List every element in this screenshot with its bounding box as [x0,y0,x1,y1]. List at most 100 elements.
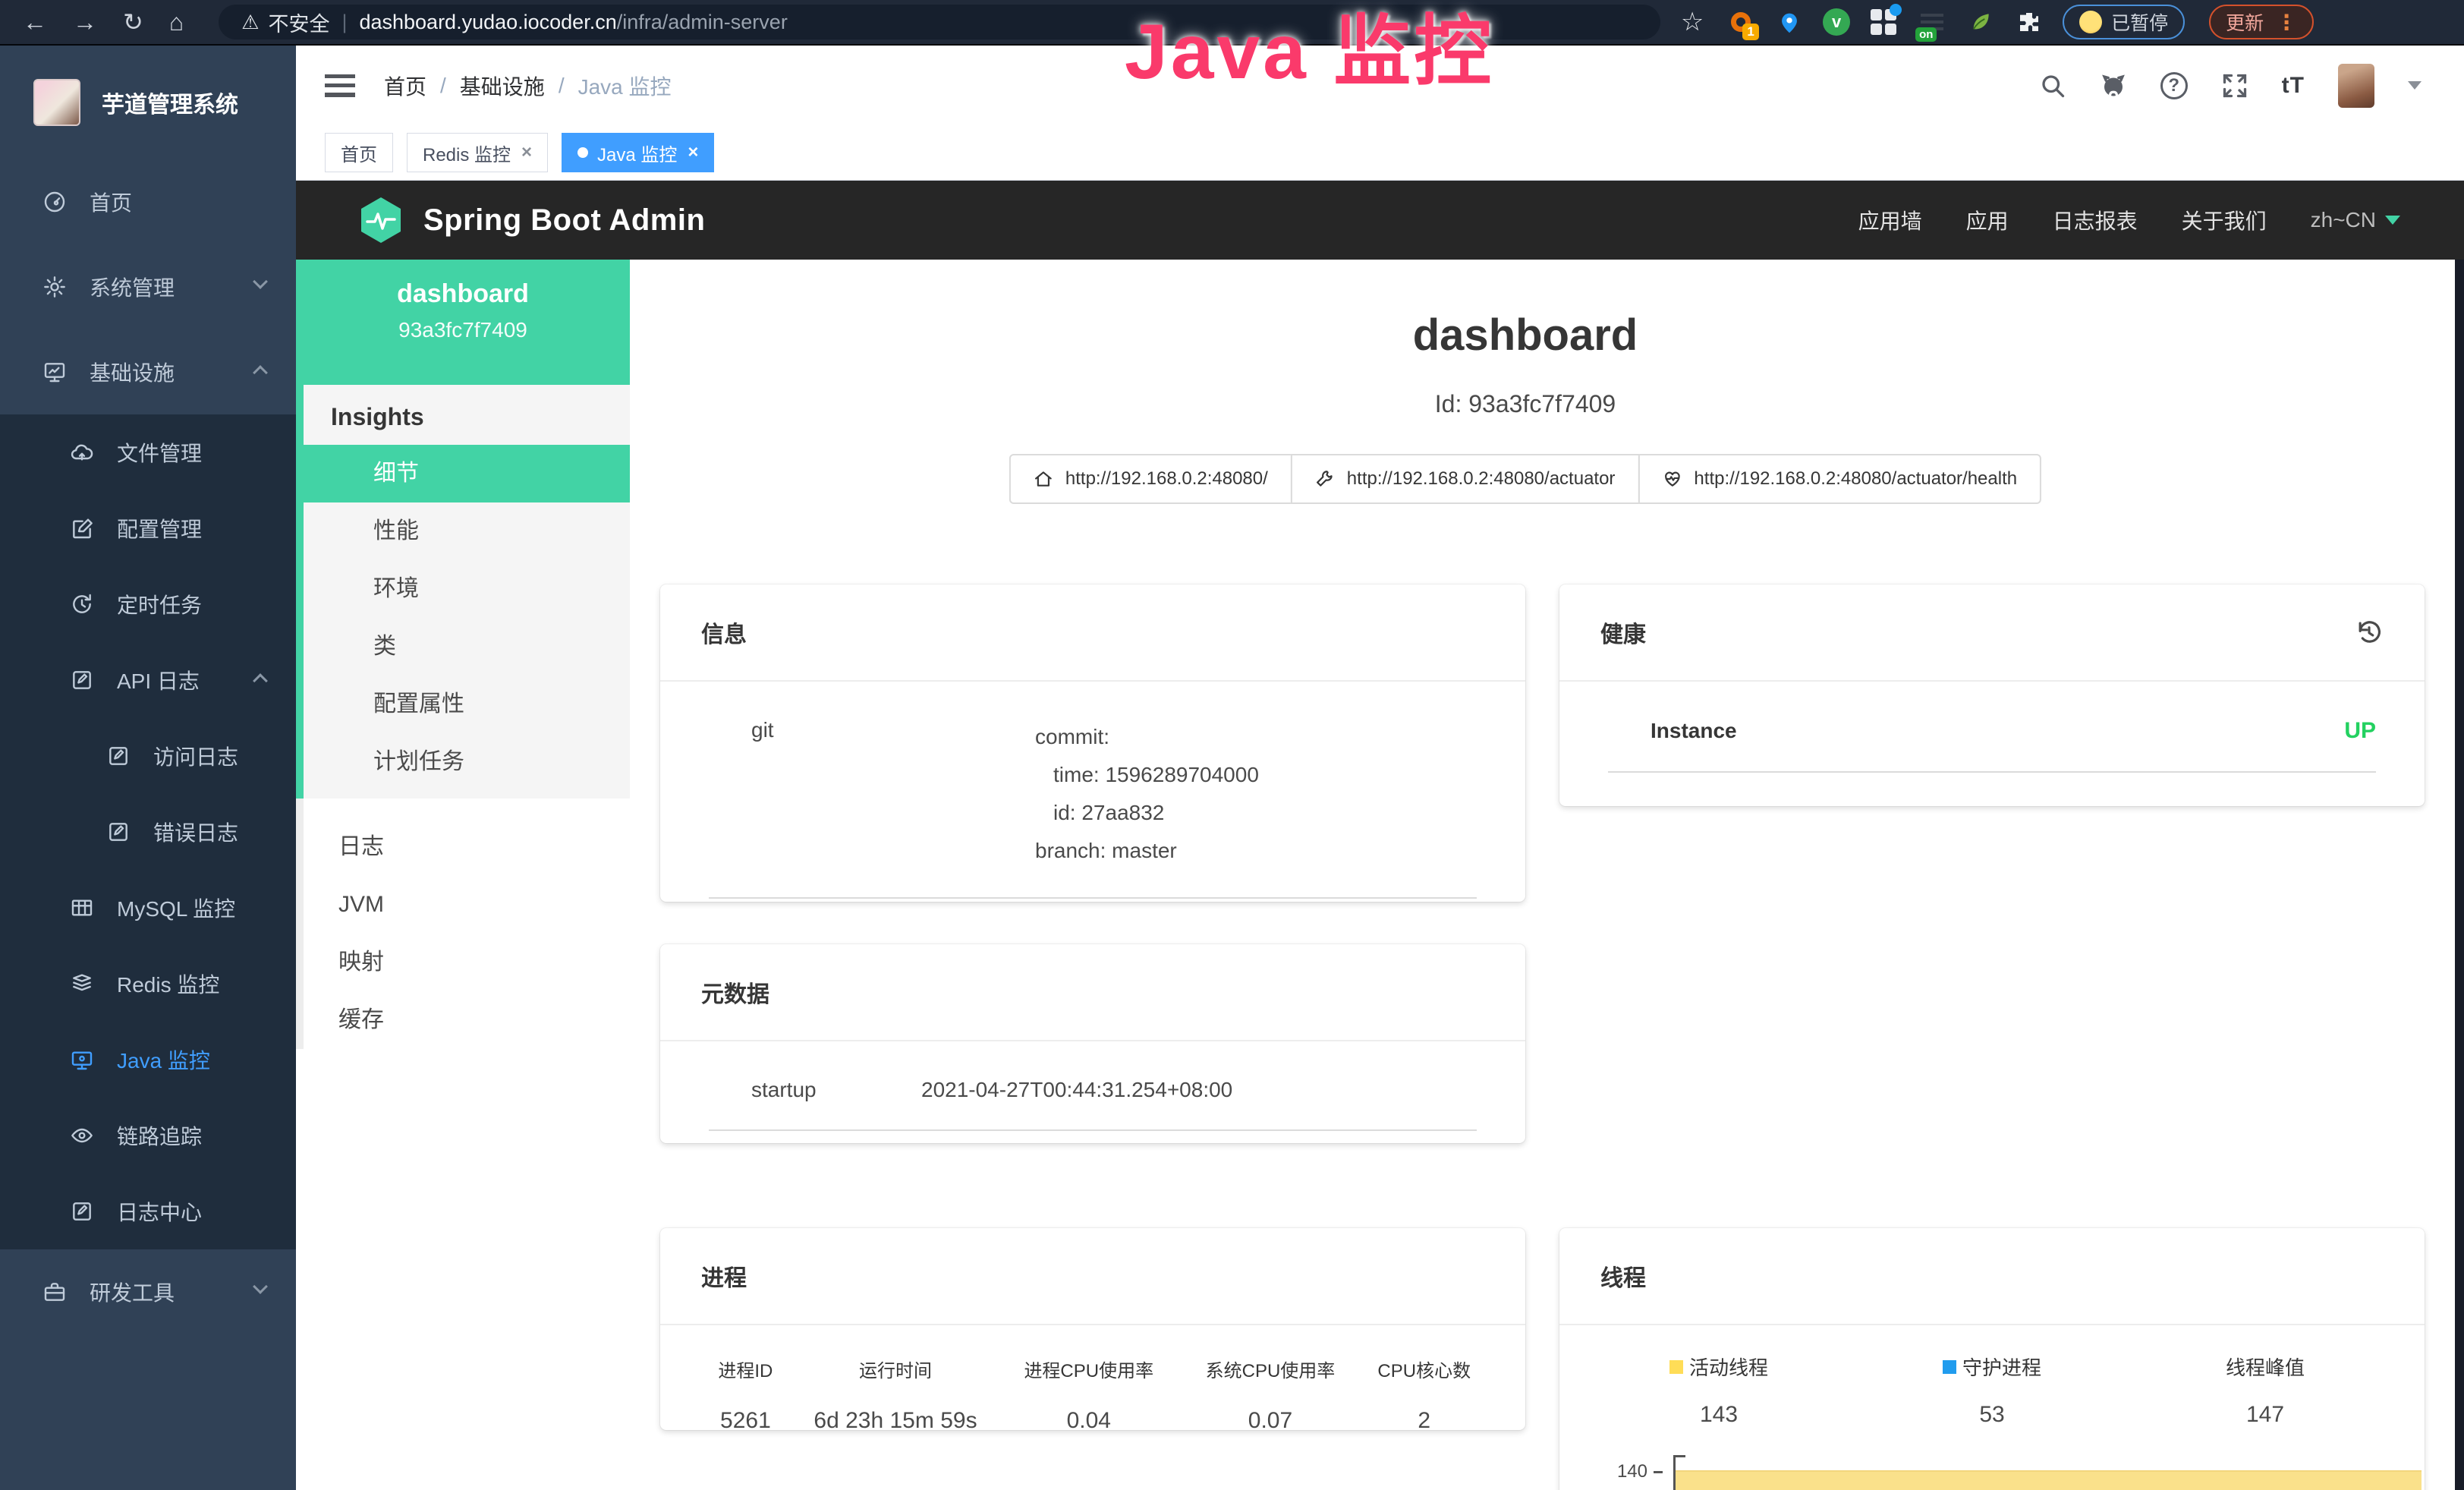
dashboard-icon [42,190,67,214]
on-badge: on [1915,27,1937,42]
health-row-label: Instance [1608,719,1737,743]
sba-item-classes[interactable]: 类 [304,618,630,676]
sba-insights-group: Insights 细节 性能 环境 类 配置属性 计划任务 [296,385,630,799]
extension-on-icon[interactable]: on [1917,7,1947,37]
forward-icon[interactable]: → [73,10,97,34]
update-label: 更新 [2226,8,2264,36]
sidebar-item-infrastructure[interactable]: 基础设施 [0,329,296,414]
app-title: 芋道管理系统 [102,86,238,119]
sidebar-item-access-logs[interactable]: 访问日志 [0,718,296,794]
sba-item-caches[interactable]: 缓存 [304,991,630,1049]
close-icon[interactable]: × [688,142,698,163]
house-icon [1034,469,1053,489]
search-icon[interactable] [2039,72,2066,99]
font-size-icon[interactable]: tT [2282,73,2305,99]
history-icon[interactable] [2355,618,2384,647]
health-card-title: 健康 [1600,616,1646,649]
fullscreen-icon[interactable] [2221,72,2248,99]
browser-nav-buttons: ← → ↻ ⌂ [0,10,184,34]
sidebar-item-log-center[interactable]: 日志中心 [0,1173,296,1249]
sidebar-item-error-logs[interactable]: 错误日志 [0,794,296,870]
live-threads-area-series [1676,1470,2422,1490]
home-icon[interactable]: ⌂ [169,10,184,34]
eye-icon [70,1123,94,1148]
sba-nav-journal[interactable]: 日志报表 [2053,205,2138,235]
insecure-warning-icon: ⚠ [241,11,259,34]
v-letter: v [1832,12,1841,32]
breadcrumb-home[interactable]: 首页 [384,71,426,101]
gear-icon [42,275,67,299]
heartbeat-icon [1662,469,1682,489]
sba-item-metrics[interactable]: 性能 [304,502,630,560]
legend-daemon-threads: 守护进程 53 [1855,1353,2129,1428]
sba-language-select[interactable]: zh~CN [2311,208,2400,232]
wrench-icon [1315,469,1335,489]
help-icon[interactable]: ? [2160,72,2188,99]
sidebar-item-redis-monitor[interactable]: Redis 监控 [0,946,296,1022]
close-icon[interactable]: × [521,142,532,163]
sidebar-item-mysql-monitor[interactable]: MySQL 监控 [0,870,296,946]
service-url-button[interactable]: http://192.168.0.2:48080/ [1009,454,1292,504]
sba-item-jvm[interactable]: JVM [304,876,630,934]
address-separator: | [341,11,347,34]
extension-grid-icon[interactable] [1868,7,1899,37]
sba-item-scheduled[interactable]: 计划任务 [304,733,630,791]
sba-item-mappings[interactable]: 映射 [304,934,630,991]
sidebar-item-dev-tools[interactable]: 研发工具 [0,1249,296,1334]
metadata-row-value: 2021-04-27T00:44:31.254+08:00 [921,1078,1232,1102]
hamburger-icon[interactable] [325,74,355,97]
url-path: /infra/admin-server [617,11,788,34]
threads-chart: 140 120 100 [1559,1454,2425,1490]
profile-paused-chip[interactable]: 已暂停 [2063,5,2185,39]
legend-yellow-swatch [1669,1360,1683,1374]
extension-pin-icon[interactable] [1774,7,1805,37]
tab-java-monitor[interactable]: Java 监控 × [562,133,714,172]
sidebar-item-file-management[interactable]: 文件管理 [0,414,296,490]
log-edit-icon [106,820,131,844]
sba-nav-applications[interactable]: 应用 [1966,205,2009,235]
sidebar-item-config-management[interactable]: 配置管理 [0,490,296,566]
sba-item-logs[interactable]: 日志 [304,818,630,876]
sba-nav-wall[interactable]: 应用墙 [1858,205,1922,235]
threads-card-title: 线程 [1600,1259,1646,1293]
process-card-title: 进程 [701,1259,747,1293]
sba-app-header[interactable]: dashboard 93a3fc7f7409 [296,260,630,385]
tab-home[interactable]: 首页 [325,133,393,172]
health-instance-row: Instance UP [1608,718,2376,773]
app-window: 芋道管理系统 首页 系统管理 基础设施 文件管理 [0,46,2464,1490]
app-logo-row[interactable]: 芋道管理系统 [0,46,296,159]
sba-item-details[interactable]: 细节 [296,445,630,502]
leaf-glyph [1968,10,1993,34]
extension-leaf-icon[interactable] [1965,7,1996,37]
sba-item-environment[interactable]: 环境 [304,560,630,618]
sidebar-item-api-logs[interactable]: API 日志 [0,642,296,718]
sba-nav-about[interactable]: 关于我们 [2182,205,2267,235]
health-card: 健康 Instance UP [1559,584,2425,806]
sba-body: dashboard 93a3fc7f7409 Insights 细节 性能 环境… [296,260,2464,1490]
sidebar-item-system-management[interactable]: 系统管理 [0,244,296,329]
instance-links: http://192.168.0.2:48080/ http://192.168… [1009,454,2041,504]
cloud-upload-icon [70,440,94,465]
avatar-caret-icon[interactable] [2408,81,2422,90]
update-button[interactable]: 更新 ⋮ [2209,5,2314,39]
app-sidebar: 芋道管理系统 首页 系统管理 基础设施 文件管理 [0,46,296,1490]
sidebar-item-trace[interactable]: 链路追踪 [0,1098,296,1173]
sba-item-config-props[interactable]: 配置属性 [304,676,630,733]
bookmark-star-icon[interactable]: ☆ [1677,7,1707,37]
reload-icon[interactable]: ↻ [123,10,143,34]
github-icon[interactable] [2100,72,2127,99]
user-avatar[interactable] [2338,64,2374,108]
sidebar-item-home[interactable]: 首页 [0,159,296,244]
health-url-button[interactable]: http://192.168.0.2:48080/actuator/health [1638,454,2041,504]
sidebar-item-java-monitor[interactable]: Java 监控 [0,1022,296,1098]
page-scrollbar[interactable] [2455,260,2464,1490]
sidebar-item-scheduled-tasks[interactable]: 定时任务 [0,566,296,642]
breadcrumb-infrastructure[interactable]: 基础设施 [460,71,545,101]
back-icon[interactable]: ← [23,10,47,34]
extension-c-icon[interactable]: 1 [1726,7,1756,37]
browser-menu-icon[interactable]: ⋮ [2276,10,2297,35]
actuator-url-button[interactable]: http://192.168.0.2:48080/actuator [1291,454,1640,504]
extensions-puzzle-icon[interactable] [2014,7,2044,37]
extension-v-icon[interactable]: v [1823,8,1850,36]
tab-redis-monitor[interactable]: Redis 监控 × [407,133,548,172]
